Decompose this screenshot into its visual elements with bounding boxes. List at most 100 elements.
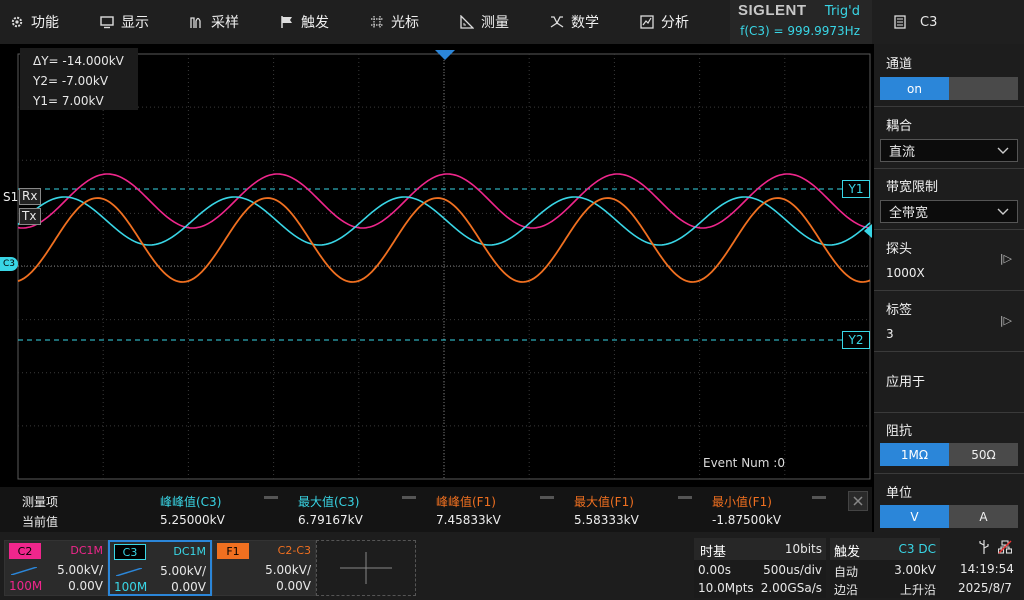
network-icon <box>998 540 1012 554</box>
cursor-icon <box>371 16 383 28</box>
menu-analysis-label: 分析 <box>661 15 689 31</box>
channel-c3-box[interactable]: C3 DC1M 5.00kV/ 100M 0.00V <box>108 540 212 596</box>
channel-f1-source: C2-C3 <box>277 544 311 557</box>
menu-measure-label: 测量 <box>481 15 509 31</box>
measure-value: 7.45833kV <box>436 513 501 527</box>
cursor-readout-box: ΔY= -14.000kV Y2= -7.00kV Y1= 7.00kV <box>20 48 138 110</box>
unit-amp-option[interactable]: A <box>949 505 1018 528</box>
probe-value[interactable]: 1000X <box>886 266 925 280</box>
close-measure-button[interactable] <box>848 491 868 511</box>
measure-value: 6.79167kV <box>298 513 363 527</box>
channel-f1-scale: 5.00kV/ <box>265 563 311 577</box>
menu-acquire[interactable]: 采样 <box>190 0 239 44</box>
coupling-label: 耦合 <box>886 119 913 134</box>
measurement-bar: 测量项 当前值 峰峰值(C3) 5.25000kV 最大值(C3) 6.7916… <box>0 487 872 532</box>
channel-c2-bandwidth: 100M <box>9 579 43 593</box>
impedance-1m-option[interactable]: 1MΩ <box>880 443 949 466</box>
cursor-y1-tag[interactable]: Y1 <box>842 180 870 198</box>
tx-label[interactable]: Tx <box>19 208 41 225</box>
brand-logo: SIGLENT <box>738 2 807 19</box>
channel-menu-header[interactable]: C3 <box>874 0 1024 44</box>
tag-value[interactable]: 3 <box>886 327 894 341</box>
unit-toggle[interactable]: V A <box>880 505 1018 528</box>
menu-trigger[interactable]: 触发 <box>280 0 329 44</box>
cursor-delta-y: ΔY= -14.000kV <box>33 54 124 68</box>
timebase-panel[interactable]: 时基 10bits 0.00s 500us/div 10.0Mpts 2.00G… <box>694 538 826 598</box>
c3-offset-marker[interactable]: C3 <box>0 257 18 271</box>
channel-on-option[interactable]: on <box>880 77 949 100</box>
status-bar: C2 DC1M 5.00kV/ 100M 0.00V C3 DC1M 5.00k… <box>0 532 1024 600</box>
channel-c3-bandwidth: 100M <box>114 580 148 594</box>
cursor-y2-tag[interactable]: Y2 <box>842 331 870 349</box>
chevron-down-icon <box>997 147 1009 154</box>
menu-math[interactable]: 数学 <box>550 0 599 44</box>
menu-analysis[interactable]: 分析 <box>640 0 689 44</box>
menu-cursor-label: 光标 <box>391 15 419 31</box>
probe-label: 探头 <box>886 242 913 257</box>
probe-expand-icon[interactable]: |▷ <box>1000 252 1012 265</box>
menu-display[interactable]: 显示 <box>100 0 149 44</box>
trigger-panel[interactable]: 触发 C3 DC 自动 3.00kV 边沿 上升沿 <box>830 538 940 598</box>
coupling-select[interactable]: 直流 <box>880 139 1018 162</box>
channel-c2-scale: 5.00kV/ <box>57 563 103 577</box>
timebase-scale: 500us/div <box>763 563 822 577</box>
tag-expand-icon[interactable]: |▷ <box>1000 314 1012 327</box>
timebase-label: 时基 <box>700 545 727 560</box>
menu-trigger-label: 触发 <box>301 15 329 31</box>
channel-settings-panel: 通道 on 耦合 直流 带宽限制 全带宽 探头 1000X |▷ 标签 3 |▷… <box>874 44 1024 532</box>
measure-name[interactable]: 峰峰值(F1) <box>436 493 496 510</box>
apply-to-label[interactable]: 应用于 <box>886 371 925 390</box>
trigger-position-marker[interactable] <box>435 50 455 60</box>
measure-item-header: 测量项 <box>22 495 59 509</box>
measure-current-header: 当前值 <box>22 515 59 529</box>
impedance-toggle[interactable]: 1MΩ 50Ω <box>880 443 1018 466</box>
acquire-icon <box>190 17 201 28</box>
impedance-50-option[interactable]: 50Ω <box>949 443 1018 466</box>
channel-f1-offset: 0.00V <box>276 579 311 593</box>
bandwidth-select[interactable]: 全带宽 <box>880 200 1018 223</box>
measure-name[interactable]: 峰峰值(C3) <box>160 493 221 510</box>
trigger-level: 3.00kV <box>894 563 936 577</box>
trigger-source: C3 DC <box>898 542 936 556</box>
bandwidth-label: 带宽限制 <box>886 180 939 195</box>
analysis-icon <box>640 15 654 29</box>
add-channel-button[interactable] <box>316 540 416 596</box>
flag-icon <box>281 16 292 28</box>
trigger-mode: 自动 <box>834 565 859 579</box>
menu-display-label: 显示 <box>121 15 149 31</box>
menu-measure[interactable]: 测量 <box>460 0 509 44</box>
unit-label: 单位 <box>886 486 913 501</box>
menu-function[interactable]: 功能 <box>10 0 59 44</box>
clock-date: 2025/8/7 <box>958 581 1012 595</box>
measure-name[interactable]: 最小值(F1) <box>712 493 772 510</box>
waveform-area[interactable]: ΔY= -14.000kV Y2= -7.00kV Y1= 7.00kV S1 … <box>0 44 872 486</box>
channel-toggle[interactable]: on <box>880 77 1018 100</box>
channel-off-option[interactable] <box>949 77 1018 100</box>
measure-value: 5.25000kV <box>160 513 225 527</box>
menu-math-label: 数学 <box>571 15 599 31</box>
unit-volt-option[interactable]: V <box>880 505 949 528</box>
measure-name[interactable]: 最大值(C3) <box>298 493 359 510</box>
gear-icon <box>11 16 23 28</box>
coupling-value: 直流 <box>889 145 916 160</box>
usb-icon <box>979 540 989 554</box>
channel-c2-offset: 0.00V <box>68 579 103 593</box>
channel-c2-coupling: DC1M <box>70 544 103 557</box>
channel-f1-box[interactable]: F1 C2-C3 5.00kV/ 0.00V <box>212 540 316 596</box>
rx-label[interactable]: Rx <box>19 188 41 205</box>
monitor-icon <box>100 16 114 29</box>
graticule <box>17 53 871 480</box>
channel-c3-tag: C3 <box>114 544 146 560</box>
measure-name[interactable]: 最大值(F1) <box>574 493 634 510</box>
menu-cursor[interactable]: 光标 <box>370 0 419 44</box>
trigger-status: Trig'd <box>824 4 860 19</box>
frequency-readout: f(C3) = 999.9973Hz <box>740 24 860 38</box>
channel-label: 通道 <box>886 57 913 72</box>
menu-function-label: 功能 <box>31 15 59 31</box>
trigger-slope: 上升沿 <box>899 583 936 597</box>
measure-value: -1.87500kV <box>712 513 782 527</box>
timebase-points: 10.0Mpts <box>698 581 754 595</box>
channel-c2-box[interactable]: C2 DC1M 5.00kV/ 100M 0.00V <box>4 540 108 596</box>
s1-label: S1 <box>3 190 19 204</box>
ruler-icon <box>460 15 474 29</box>
